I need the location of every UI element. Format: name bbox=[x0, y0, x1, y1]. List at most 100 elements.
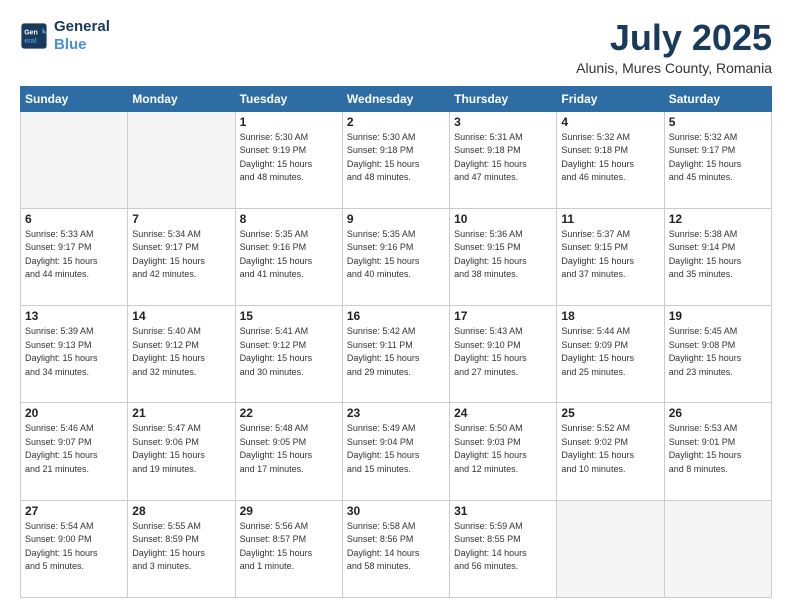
day-info: Sunrise: 5:35 AM Sunset: 9:16 PM Dayligh… bbox=[240, 228, 338, 282]
day-number: 2 bbox=[347, 115, 445, 129]
day-number: 3 bbox=[454, 115, 552, 129]
day-info: Sunrise: 5:30 AM Sunset: 9:19 PM Dayligh… bbox=[240, 131, 338, 185]
day-info: Sunrise: 5:42 AM Sunset: 9:11 PM Dayligh… bbox=[347, 325, 445, 379]
table-row: 11Sunrise: 5:37 AM Sunset: 9:15 PM Dayli… bbox=[557, 208, 664, 305]
table-row: 14 Sunrise: 5:40 AM Sunset: 9:12 PM Dayli… bbox=[128, 306, 235, 403]
header: Gen eral General Blue July 2025 Alunis, … bbox=[20, 18, 772, 76]
table-row: 21 Sunrise: 5:47 AM Sunset: 9:06 PM Dayli… bbox=[128, 403, 235, 500]
table-row: 18Sunrise: 5:44 AM Sunset: 9:09 PM Dayli… bbox=[557, 306, 664, 403]
day-number: 25 bbox=[561, 406, 659, 420]
table-row: 8Sunrise: 5:35 AM Sunset: 9:16 PM Daylig… bbox=[235, 208, 342, 305]
day-number: 21 bbox=[132, 406, 230, 420]
table-row: 27 Sunrise: 5:54 AM Sunset: 9:00 PM Dayli… bbox=[21, 500, 128, 597]
day-info: Sunrise: 5:54 AM Sunset: 9:00 PM Dayligh… bbox=[25, 520, 123, 574]
day-number: 6 bbox=[25, 212, 123, 226]
day-info: Sunrise: 5:36 AM Sunset: 9:15 PM Dayligh… bbox=[454, 228, 552, 282]
day-number: 30 bbox=[347, 504, 445, 518]
logo-text: General Blue bbox=[54, 18, 110, 54]
day-number: 13 bbox=[25, 309, 123, 323]
table-row: 15 Sunrise: 5:41 AM Sunset: 9:12 PM Dayli… bbox=[235, 306, 342, 403]
table-row: 13 Sunrise: 5:39 AM Sunset: 9:13 PM Dayli… bbox=[21, 306, 128, 403]
day-number: 10 bbox=[454, 212, 552, 226]
table-row: 23Sunrise: 5:49 AM Sunset: 9:04 PM Dayli… bbox=[342, 403, 449, 500]
table-row: 29Sunrise: 5:56 AM Sunset: 8:57 PM Dayli… bbox=[235, 500, 342, 597]
day-info: Sunrise: 5:43 AM Sunset: 9:10 PM Dayligh… bbox=[454, 325, 552, 379]
table-row: 5 Sunrise: 5:32 AM Sunset: 9:17 PM Daylig… bbox=[664, 111, 771, 208]
table-row: 22 Sunrise: 5:48 AM Sunset: 9:05 PM Dayli… bbox=[235, 403, 342, 500]
col-saturday: Saturday bbox=[664, 86, 771, 111]
col-sunday: Sunday bbox=[21, 86, 128, 111]
day-number: 31 bbox=[454, 504, 552, 518]
day-info: Sunrise: 5:59 AM Sunset: 8:55 PM Dayligh… bbox=[454, 520, 552, 574]
calendar: Sunday Monday Tuesday Wednesday Thursday… bbox=[20, 86, 772, 598]
day-number: 19 bbox=[669, 309, 767, 323]
col-monday: Monday bbox=[128, 86, 235, 111]
col-friday: Friday bbox=[557, 86, 664, 111]
page: Gen eral General Blue July 2025 Alunis, … bbox=[0, 0, 792, 612]
calendar-week-row: 20Sunrise: 5:46 AM Sunset: 9:07 PM Dayli… bbox=[21, 403, 772, 500]
day-number: 16 bbox=[347, 309, 445, 323]
day-number: 9 bbox=[347, 212, 445, 226]
day-info: Sunrise: 5:35 AM Sunset: 9:16 PM Dayligh… bbox=[347, 228, 445, 282]
day-info: Sunrise: 5:45 AM Sunset: 9:08 PM Dayligh… bbox=[669, 325, 767, 379]
day-info: Sunrise: 5:48 AM Sunset: 9:05 PM Dayligh… bbox=[240, 422, 338, 476]
calendar-header-row: Sunday Monday Tuesday Wednesday Thursday… bbox=[21, 86, 772, 111]
main-title: July 2025 bbox=[576, 18, 772, 58]
day-number: 5 bbox=[669, 115, 767, 129]
day-number: 26 bbox=[669, 406, 767, 420]
col-wednesday: Wednesday bbox=[342, 86, 449, 111]
day-info: Sunrise: 5:56 AM Sunset: 8:57 PM Dayligh… bbox=[240, 520, 338, 574]
day-info: Sunrise: 5:55 AM Sunset: 8:59 PM Dayligh… bbox=[132, 520, 230, 574]
day-info: Sunrise: 5:32 AM Sunset: 9:18 PM Dayligh… bbox=[561, 131, 659, 185]
day-info: Sunrise: 5:37 AM Sunset: 9:15 PM Dayligh… bbox=[561, 228, 659, 282]
day-info: Sunrise: 5:46 AM Sunset: 9:07 PM Dayligh… bbox=[25, 422, 123, 476]
day-info: Sunrise: 5:53 AM Sunset: 9:01 PM Dayligh… bbox=[669, 422, 767, 476]
day-number: 14 bbox=[132, 309, 230, 323]
day-info: Sunrise: 5:39 AM Sunset: 9:13 PM Dayligh… bbox=[25, 325, 123, 379]
day-number: 22 bbox=[240, 406, 338, 420]
table-row: 17 Sunrise: 5:43 AM Sunset: 9:10 PM Dayli… bbox=[450, 306, 557, 403]
day-info: Sunrise: 5:49 AM Sunset: 9:04 PM Dayligh… bbox=[347, 422, 445, 476]
table-row: 7 Sunrise: 5:34 AM Sunset: 9:17 PM Daylig… bbox=[128, 208, 235, 305]
calendar-week-row: 6 Sunrise: 5:33 AM Sunset: 9:17 PM Daylig… bbox=[21, 208, 772, 305]
table-row: 26 Sunrise: 5:53 AM Sunset: 9:01 PM Dayli… bbox=[664, 403, 771, 500]
day-info: Sunrise: 5:38 AM Sunset: 9:14 PM Dayligh… bbox=[669, 228, 767, 282]
title-block: July 2025 Alunis, Mures County, Romania bbox=[576, 18, 772, 76]
day-number: 17 bbox=[454, 309, 552, 323]
table-row: 6 Sunrise: 5:33 AM Sunset: 9:17 PM Daylig… bbox=[21, 208, 128, 305]
day-info: Sunrise: 5:41 AM Sunset: 9:12 PM Dayligh… bbox=[240, 325, 338, 379]
table-row: 3 Sunrise: 5:31 AM Sunset: 9:18 PM Daylig… bbox=[450, 111, 557, 208]
day-number: 18 bbox=[561, 309, 659, 323]
day-number: 7 bbox=[132, 212, 230, 226]
day-number: 15 bbox=[240, 309, 338, 323]
table-row: 9 Sunrise: 5:35 AM Sunset: 9:16 PM Daylig… bbox=[342, 208, 449, 305]
svg-text:eral: eral bbox=[24, 38, 37, 45]
day-number: 1 bbox=[240, 115, 338, 129]
col-thursday: Thursday bbox=[450, 86, 557, 111]
table-row: 30Sunrise: 5:58 AM Sunset: 8:56 PM Dayli… bbox=[342, 500, 449, 597]
day-number: 24 bbox=[454, 406, 552, 420]
table-row: 20Sunrise: 5:46 AM Sunset: 9:07 PM Dayli… bbox=[21, 403, 128, 500]
table-row: 4Sunrise: 5:32 AM Sunset: 9:18 PM Daylig… bbox=[557, 111, 664, 208]
calendar-week-row: 27 Sunrise: 5:54 AM Sunset: 9:00 PM Dayli… bbox=[21, 500, 772, 597]
table-row: 31 Sunrise: 5:59 AM Sunset: 8:55 PM Dayli… bbox=[450, 500, 557, 597]
col-tuesday: Tuesday bbox=[235, 86, 342, 111]
day-info: Sunrise: 5:31 AM Sunset: 9:18 PM Dayligh… bbox=[454, 131, 552, 185]
day-number: 12 bbox=[669, 212, 767, 226]
table-row: 24 Sunrise: 5:50 AM Sunset: 9:03 PM Dayli… bbox=[450, 403, 557, 500]
day-info: Sunrise: 5:40 AM Sunset: 9:12 PM Dayligh… bbox=[132, 325, 230, 379]
day-info: Sunrise: 5:32 AM Sunset: 9:17 PM Dayligh… bbox=[669, 131, 767, 185]
table-row: 2Sunrise: 5:30 AM Sunset: 9:18 PM Daylig… bbox=[342, 111, 449, 208]
day-info: Sunrise: 5:50 AM Sunset: 9:03 PM Dayligh… bbox=[454, 422, 552, 476]
day-number: 28 bbox=[132, 504, 230, 518]
calendar-week-row: 13 Sunrise: 5:39 AM Sunset: 9:13 PM Dayli… bbox=[21, 306, 772, 403]
day-info: Sunrise: 5:47 AM Sunset: 9:06 PM Dayligh… bbox=[132, 422, 230, 476]
calendar-week-row: 1 Sunrise: 5:30 AM Sunset: 9:19 PM Daylig… bbox=[21, 111, 772, 208]
day-info: Sunrise: 5:34 AM Sunset: 9:17 PM Dayligh… bbox=[132, 228, 230, 282]
table-row: 10 Sunrise: 5:36 AM Sunset: 9:15 PM Dayli… bbox=[450, 208, 557, 305]
table-row bbox=[128, 111, 235, 208]
day-info: Sunrise: 5:33 AM Sunset: 9:17 PM Dayligh… bbox=[25, 228, 123, 282]
day-number: 27 bbox=[25, 504, 123, 518]
table-row: 19 Sunrise: 5:45 AM Sunset: 9:08 PM Dayli… bbox=[664, 306, 771, 403]
table-row: 1 Sunrise: 5:30 AM Sunset: 9:19 PM Daylig… bbox=[235, 111, 342, 208]
